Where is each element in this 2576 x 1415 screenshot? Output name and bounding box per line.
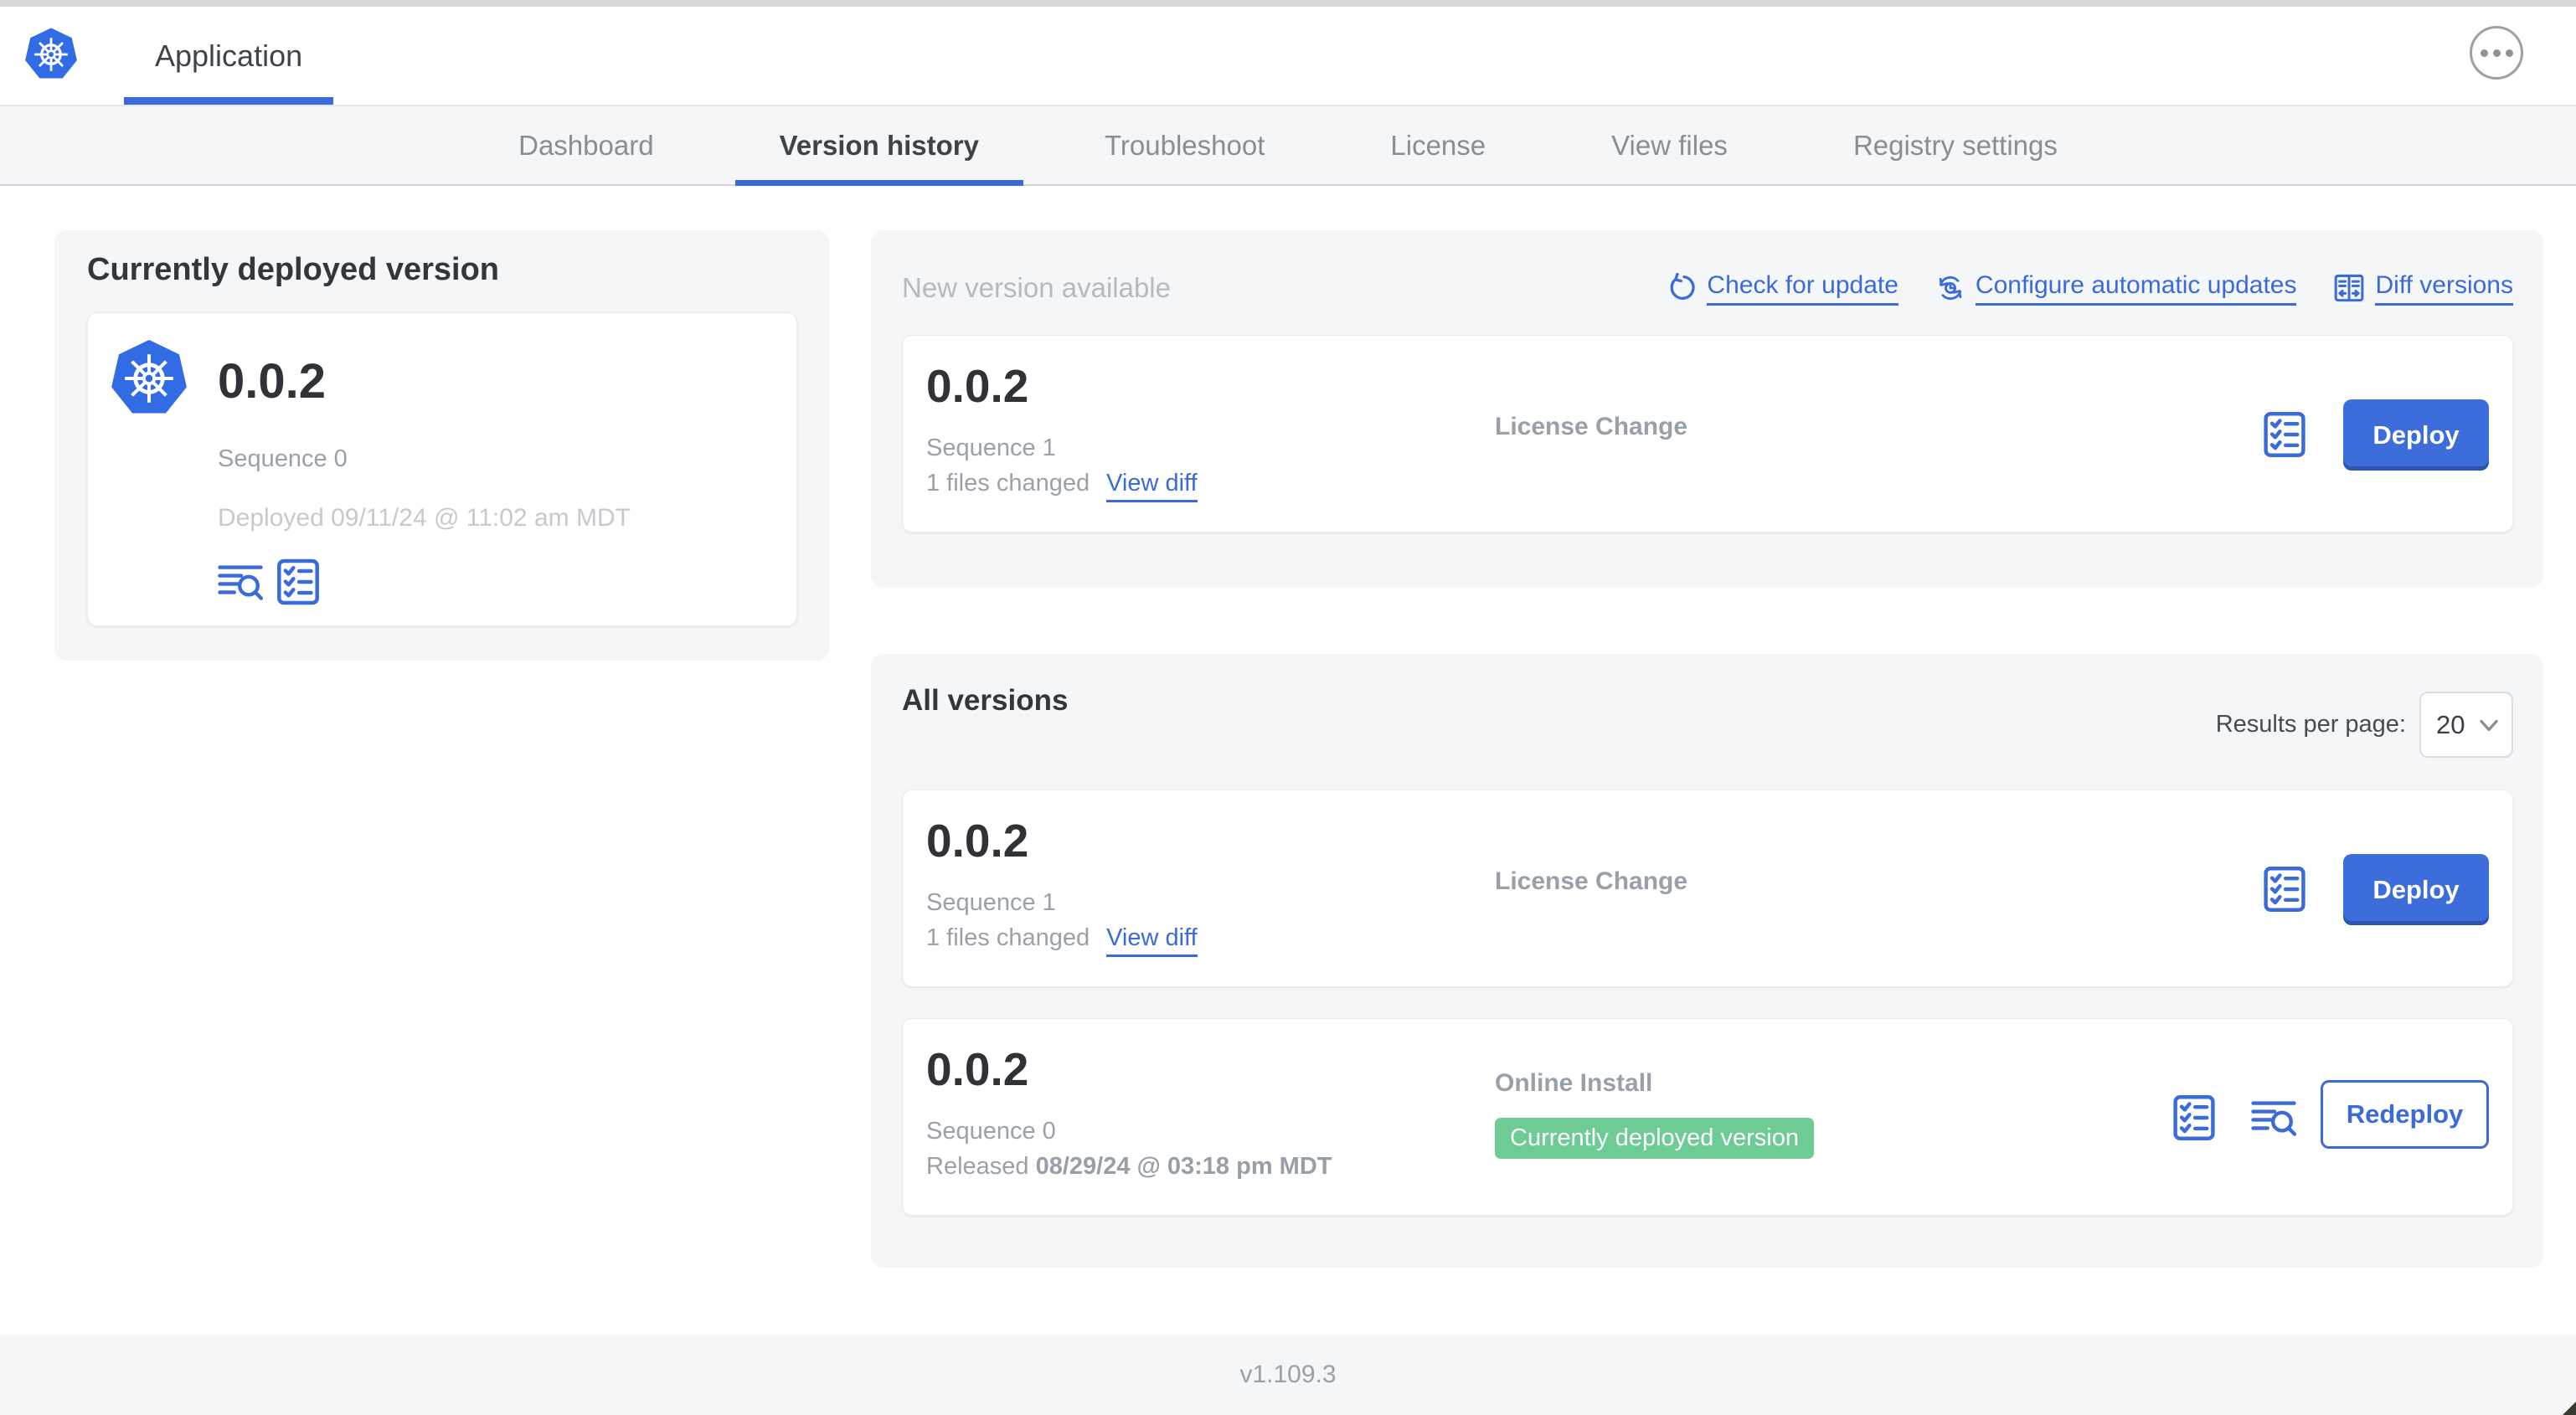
- files-changed-label: 1 files changed: [926, 470, 1090, 497]
- refresh-icon: [1667, 273, 1697, 303]
- active-tab-underline: [734, 180, 1023, 186]
- results-per-page-value: 20: [2436, 709, 2465, 739]
- app-subnav: Dashboard Version history Troubleshoot L…: [0, 106, 2576, 186]
- currently-deployed-section: Currently deployed version 0.0.2 Sequenc…: [54, 230, 829, 661]
- tab-dashboard[interactable]: Dashboard: [518, 106, 653, 184]
- currently-deployed-card: 0.0.2 Sequence 0 Deployed 09/11/24 @ 11:…: [87, 312, 797, 626]
- row-version-number: 0.0.2: [926, 1043, 1029, 1095]
- deployed-sequence: Sequence 0: [218, 445, 348, 472]
- tab-view-files[interactable]: View files: [1611, 106, 1728, 184]
- currently-deployed-badge: Currently deployed version: [1495, 1118, 1814, 1159]
- window-top-edge: [0, 0, 2576, 7]
- row-sequence: Sequence 1: [926, 889, 1056, 916]
- deploy-logs-icon[interactable]: [218, 563, 263, 601]
- app-header: Application: [0, 7, 2576, 106]
- app-footer: v1.109.3: [0, 1335, 2576, 1415]
- tab-registry-settings[interactable]: Registry settings: [1853, 106, 2058, 184]
- console-version: v1.109.3: [1239, 1361, 1337, 1388]
- diff-versions-link[interactable]: Diff versions: [2333, 271, 2513, 306]
- chevron-down-icon: [2478, 717, 2500, 733]
- deploy-button[interactable]: Deploy: [2343, 399, 2489, 471]
- app-tab-label: Application: [155, 38, 303, 73]
- all-versions-section: All versions Results per page: 20 0.0.2 …: [871, 654, 2543, 1268]
- row-source-label: License Change: [1495, 867, 1688, 895]
- tab-version-history[interactable]: Version history: [734, 106, 1023, 186]
- row-version-number: 0.0.2: [926, 815, 1029, 867]
- deployed-version-number: 0.0.2: [218, 354, 326, 409]
- preflight-checks-icon[interactable]: [276, 558, 320, 606]
- version-row: 0.0.2 Sequence 0 Released 08/29/24 @ 03:…: [902, 1018, 2513, 1216]
- app-icon: [109, 337, 189, 420]
- diff-icon: [2333, 272, 2365, 304]
- deploy-button[interactable]: Deploy: [2343, 854, 2489, 925]
- tab-troubleshoot[interactable]: Troubleshoot: [1105, 106, 1265, 184]
- view-diff-link[interactable]: View diff: [1106, 470, 1198, 502]
- row-released-timestamp: Released 08/29/24 @ 03:18 pm MDT: [926, 1153, 1332, 1180]
- app-tab-application[interactable]: Application: [124, 7, 334, 105]
- row-sequence: Sequence 1: [926, 435, 1056, 461]
- kubernetes-logo-icon: [23, 25, 79, 84]
- check-for-update-link[interactable]: Check for update: [1667, 271, 1899, 306]
- all-versions-title: All versions: [902, 684, 1069, 717]
- ellipsis-icon: [2480, 49, 2488, 57]
- more-menu-button[interactable]: [2470, 26, 2523, 80]
- row-source-label: License Change: [1495, 413, 1688, 440]
- screen-corner-artifact: [2563, 1402, 2576, 1415]
- redeploy-button[interactable]: Redeploy: [2321, 1080, 2489, 1149]
- row-source-label: Online Install: [1495, 1069, 1653, 1097]
- configure-automatic-updates-link[interactable]: Configure automatic updates: [1935, 271, 2297, 306]
- currently-deployed-title: Currently deployed version: [87, 252, 500, 287]
- preflight-checks-icon[interactable]: [2263, 866, 2306, 913]
- results-per-page-select[interactable]: 20: [2419, 692, 2513, 758]
- new-version-row: 0.0.2 Sequence 1 1 files changed View di…: [902, 335, 2513, 533]
- results-per-page-label: Results per page:: [2215, 711, 2406, 738]
- row-sequence: Sequence 0: [926, 1118, 1056, 1145]
- row-version-number: 0.0.2: [926, 360, 1029, 412]
- tab-license[interactable]: License: [1390, 106, 1486, 184]
- files-changed-label: 1 files changed: [926, 924, 1090, 951]
- active-app-tab-underline: [124, 97, 334, 105]
- preflight-checks-icon[interactable]: [2263, 411, 2306, 458]
- new-version-section: New version available Check for update C…: [871, 230, 2543, 588]
- view-diff-link[interactable]: View diff: [1106, 924, 1198, 957]
- version-row: 0.0.2 Sequence 1 1 files changed View di…: [902, 790, 2513, 987]
- deployed-timestamp: Deployed 09/11/24 @ 11:02 am MDT: [218, 504, 631, 532]
- new-version-title: New version available: [902, 272, 1171, 303]
- deploy-logs-icon[interactable]: [2251, 1099, 2296, 1137]
- preflight-checks-icon[interactable]: [2172, 1094, 2216, 1141]
- auto-update-clock-icon: [1935, 273, 1965, 303]
